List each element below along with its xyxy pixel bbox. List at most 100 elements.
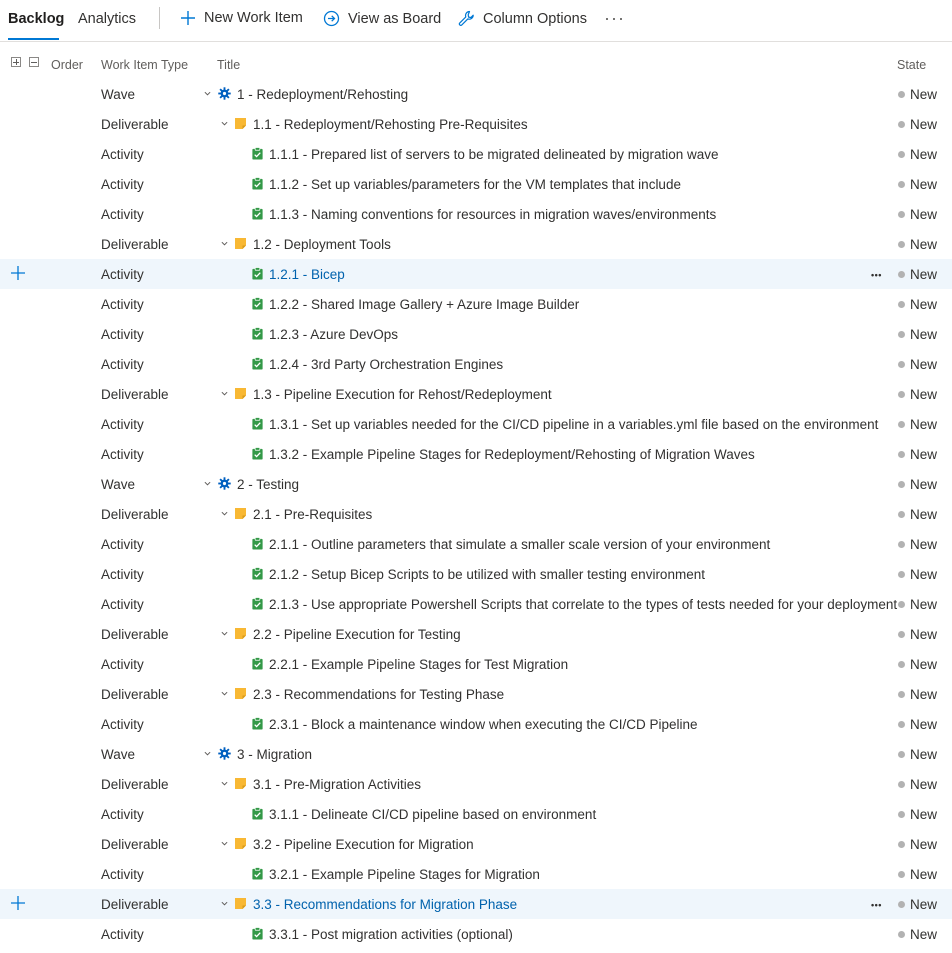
work-item-title[interactable]: 1.3.1 - Set up variables needed for the … <box>269 417 878 432</box>
table-row[interactable]: Activity 3.3.1 - Post migration activitie… <box>0 919 952 949</box>
tab-backlog[interactable]: Backlog <box>8 11 64 27</box>
chevron-down-icon[interactable] <box>221 900 228 907</box>
work-item-title[interactable]: 3.2 - Pipeline Execution for Migration <box>253 837 474 852</box>
work-item-title[interactable]: 1.1.3 - Naming conventions for resources… <box>269 207 716 222</box>
table-row[interactable]: Activity 1.2.3 - Azure DevOps New <box>0 319 952 349</box>
work-item-title[interactable]: 2 - Testing <box>237 477 299 492</box>
table-row[interactable]: Wave 2 - Testing New <box>0 469 952 499</box>
table-row[interactable]: Activity 1.3.1 - Set up variables needed … <box>0 409 952 439</box>
chevron-down-icon[interactable] <box>204 480 211 487</box>
work-item-type: Activity <box>101 267 144 282</box>
column-work-item-type[interactable]: Work Item Type <box>101 58 188 72</box>
chevron-down-icon[interactable] <box>221 120 228 127</box>
table-row[interactable]: Activity 3.1.1 - Delineate CI/CD pipeline… <box>0 799 952 829</box>
work-item-title[interactable]: 3.1.1 - Delineate CI/CD pipeline based o… <box>269 807 596 822</box>
table-row[interactable]: Activity 2.1.1 - Outline parameters that … <box>0 529 952 559</box>
state-label: New <box>910 477 938 492</box>
state-label: New <box>910 657 938 672</box>
work-item-title[interactable]: 2.2.1 - Example Pipeline Stages for Test… <box>269 657 568 672</box>
table-row[interactable]: Activity 2.1.2 - Setup Bicep Scripts to b… <box>0 559 952 589</box>
collapse-all-icon[interactable] <box>29 57 39 67</box>
table-row[interactable]: Deliverable 2.2 - Pipeline Execution for … <box>0 619 952 649</box>
table-row[interactable]: Deliverable 1.3 - Pipeline Execution for … <box>0 379 952 409</box>
work-item-title[interactable]: 2.2 - Pipeline Execution for Testing <box>253 627 461 642</box>
work-item-title[interactable]: 1.2.1 - Bicep <box>269 267 345 282</box>
work-item-title[interactable]: 2.1.2 - Setup Bicep Scripts to be utiliz… <box>269 567 705 582</box>
work-item-type: Wave <box>101 477 136 492</box>
chevron-down-icon[interactable] <box>221 780 228 787</box>
work-item-title[interactable]: 1.2.2 - Shared Image Gallery + Azure Ima… <box>269 297 579 312</box>
clipboard-check-icon <box>252 567 263 580</box>
work-item-title[interactable]: 1.2.4 - 3rd Party Orchestration Engines <box>269 357 503 372</box>
chevron-down-icon[interactable] <box>204 90 211 97</box>
work-item-title[interactable]: 1 - Redeployment/Rehosting <box>237 87 408 102</box>
work-item-title[interactable]: 1.1.1 - Prepared list of servers to be m… <box>269 147 718 162</box>
work-item-type: Deliverable <box>101 777 169 792</box>
work-item-title[interactable]: 1.1 - Redeployment/Rehosting Pre-Requisi… <box>253 117 528 132</box>
table-row[interactable]: Activity 1.1.3 - Naming conventions for r… <box>0 199 952 229</box>
table-row[interactable]: Wave 1 - Redeployment/Rehosting New <box>0 79 952 109</box>
work-item-title[interactable]: 1.2 - Deployment Tools <box>253 237 391 252</box>
work-item-title[interactable]: 2.1 - Pre-Requisites <box>253 507 372 522</box>
work-item-title[interactable]: 3.1 - Pre-Migration Activities <box>253 777 421 792</box>
table-row[interactable]: Deliverable 2.1 - Pre-Requisites New <box>0 499 952 529</box>
work-item-title[interactable]: 2.1.1 - Outline parameters that simulate… <box>269 537 770 552</box>
column-title[interactable]: Title <box>217 58 240 72</box>
column-options-label: Column Options <box>483 10 587 27</box>
work-item-title[interactable]: 1.3.2 - Example Pipeline Stages for Rede… <box>269 447 755 462</box>
add-child-icon[interactable] <box>11 266 25 280</box>
column-state[interactable]: State <box>897 58 926 72</box>
table-row[interactable]: Deliverable 3.2 - Pipeline Execution for … <box>0 829 952 859</box>
column-order[interactable]: Order <box>51 58 83 72</box>
work-item-title[interactable]: 3.3.1 - Post migration activities (optio… <box>269 927 513 942</box>
work-item-title[interactable]: 1.1.2 - Set up variables/parameters for … <box>269 177 681 192</box>
chevron-down-icon[interactable] <box>221 240 228 247</box>
clipboard-check-icon <box>252 297 263 310</box>
table-row[interactable]: Deliverable 3.1 - Pre-Migration Activitie… <box>0 769 952 799</box>
gear-icon <box>218 87 231 100</box>
add-child-icon[interactable] <box>11 896 25 910</box>
table-row[interactable]: Deliverable 1.1 - Redeployment/Rehosting … <box>0 109 952 139</box>
chevron-down-icon[interactable] <box>221 510 228 517</box>
new-work-item-button[interactable]: New Work Item <box>180 10 303 26</box>
state-label: New <box>910 357 938 372</box>
work-item-title[interactable]: 1.3 - Pipeline Execution for Rehost/Rede… <box>253 387 552 402</box>
table-row[interactable]: Activity 1.2.1 - Bicep ••• New <box>0 259 952 289</box>
expand-all-icon[interactable] <box>11 57 21 67</box>
table-row[interactable]: Activity 2.2.1 - Example Pipeline Stages … <box>0 649 952 679</box>
table-row[interactable]: Activity 1.3.2 - Example Pipeline Stages … <box>0 439 952 469</box>
table-row[interactable]: Activity 1.2.2 - Shared Image Gallery + A… <box>0 289 952 319</box>
table-row[interactable]: Activity 2.1.3 - Use appropriate Powershe… <box>0 589 952 619</box>
table-row[interactable]: Deliverable 1.2 - Deployment Tools New <box>0 229 952 259</box>
tab-analytics[interactable]: Analytics <box>78 11 136 27</box>
table-row[interactable]: Wave 3 - Migration New <box>0 739 952 769</box>
row-more-actions-icon[interactable]: ••• <box>871 270 882 280</box>
table-row[interactable]: Activity 1.1.1 - Prepared list of servers… <box>0 139 952 169</box>
table-row[interactable]: Activity 3.2.1 - Example Pipeline Stages … <box>0 859 952 889</box>
clipboard-check-icon <box>252 657 263 670</box>
table-row[interactable]: Activity 1.2.4 - 3rd Party Orchestration … <box>0 349 952 379</box>
table-row[interactable]: Deliverable 2.3 - Recommendations for Tes… <box>0 679 952 709</box>
row-more-actions-icon[interactable]: ••• <box>871 900 882 910</box>
table-row[interactable]: Activity 2.3.1 - Block a maintenance wind… <box>0 709 952 739</box>
column-options-button[interactable]: Column Options <box>458 10 587 27</box>
chevron-down-icon[interactable] <box>221 840 228 847</box>
table-row[interactable]: Activity 1.1.2 - Set up variables/paramet… <box>0 169 952 199</box>
work-item-title[interactable]: 3 - Migration <box>237 747 312 762</box>
view-as-board-button[interactable]: View as Board <box>323 10 441 27</box>
state-label: New <box>910 117 938 132</box>
chevron-down-icon[interactable] <box>221 390 228 397</box>
more-commands-icon[interactable]: ··· <box>604 8 625 29</box>
deliverable-icon <box>235 118 246 129</box>
work-item-title[interactable]: 1.2.3 - Azure DevOps <box>269 327 398 342</box>
chevron-down-icon[interactable] <box>221 690 228 697</box>
work-item-title[interactable]: 3.3 - Recommendations for Migration Phas… <box>253 897 517 912</box>
work-item-type: Activity <box>101 927 144 942</box>
chevron-down-icon[interactable] <box>221 630 228 637</box>
work-item-title[interactable]: 3.2.1 - Example Pipeline Stages for Migr… <box>269 867 540 882</box>
work-item-title[interactable]: 2.1.3 - Use appropriate Powershell Scrip… <box>269 597 897 612</box>
work-item-title[interactable]: 2.3.1 - Block a maintenance window when … <box>269 717 698 732</box>
work-item-title[interactable]: 2.3 - Recommendations for Testing Phase <box>253 687 504 702</box>
chevron-down-icon[interactable] <box>204 750 211 757</box>
table-row[interactable]: Deliverable 3.3 - Recommendations for Mig… <box>0 889 952 919</box>
